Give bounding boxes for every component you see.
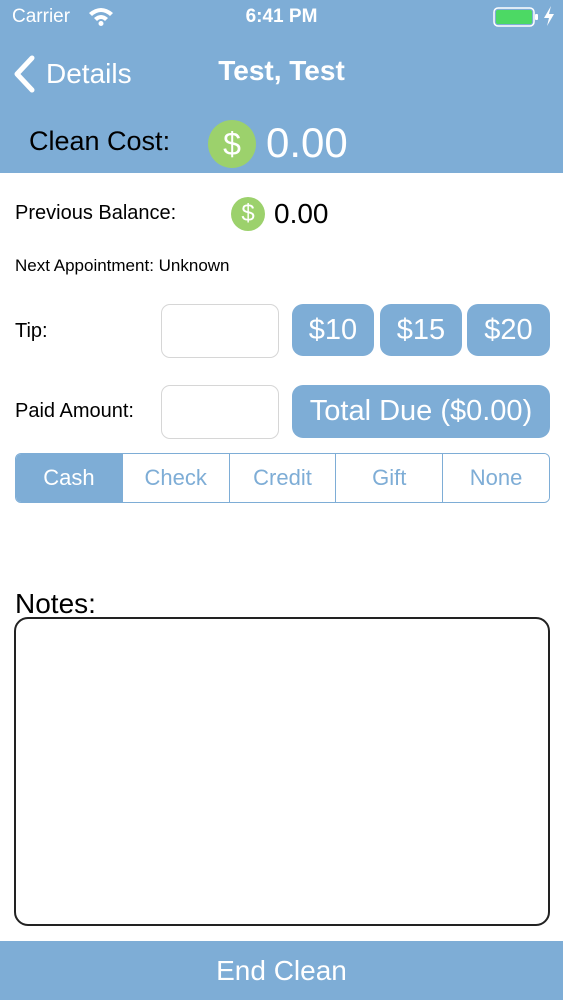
paid-amount-label: Paid Amount: [15,400,134,422]
clean-cost-value: 0.00 [266,119,348,166]
charging-icon [544,6,554,26]
end-clean-button[interactable]: End Clean [0,941,563,1000]
status-bar: Carrier 6:41 PM [0,0,563,36]
tip-input[interactable] [161,304,279,358]
dollar-icon: $ [208,120,256,168]
payment-method-check[interactable]: Check [121,454,229,502]
payment-method-none[interactable]: None [442,454,549,502]
payment-method-selector: Cash Check Credit Gift None [15,453,550,503]
battery-icon [493,7,538,27]
status-time: 6:41 PM [245,6,318,27]
page-title: Test, Test [218,55,345,86]
clean-cost-label: Clean Cost: [29,126,171,156]
total-due-button[interactable]: Total Due ($0.00) [292,385,550,438]
payment-method-credit[interactable]: Credit [228,454,336,502]
tip-10-button[interactable]: $10 [292,304,374,356]
payment-method-gift[interactable]: Gift [335,454,443,502]
payment-method-cash[interactable]: Cash [16,454,122,502]
tip-label: Tip: [15,320,48,342]
paid-amount-input[interactable] [161,385,279,439]
dollar-icon: $ [231,197,265,231]
tip-20-button[interactable]: $20 [467,304,550,356]
tip-15-button[interactable]: $15 [380,304,462,356]
notes-label: Notes: [15,588,96,619]
previous-balance-label: Previous Balance: [15,202,177,224]
header: Carrier 6:41 PM Details Test, Test Clean… [0,0,563,173]
notes-textarea[interactable] [14,617,550,926]
previous-balance-value: 0.00 [274,198,329,229]
next-appointment-text: Next Appointment: Unknown [15,256,230,275]
